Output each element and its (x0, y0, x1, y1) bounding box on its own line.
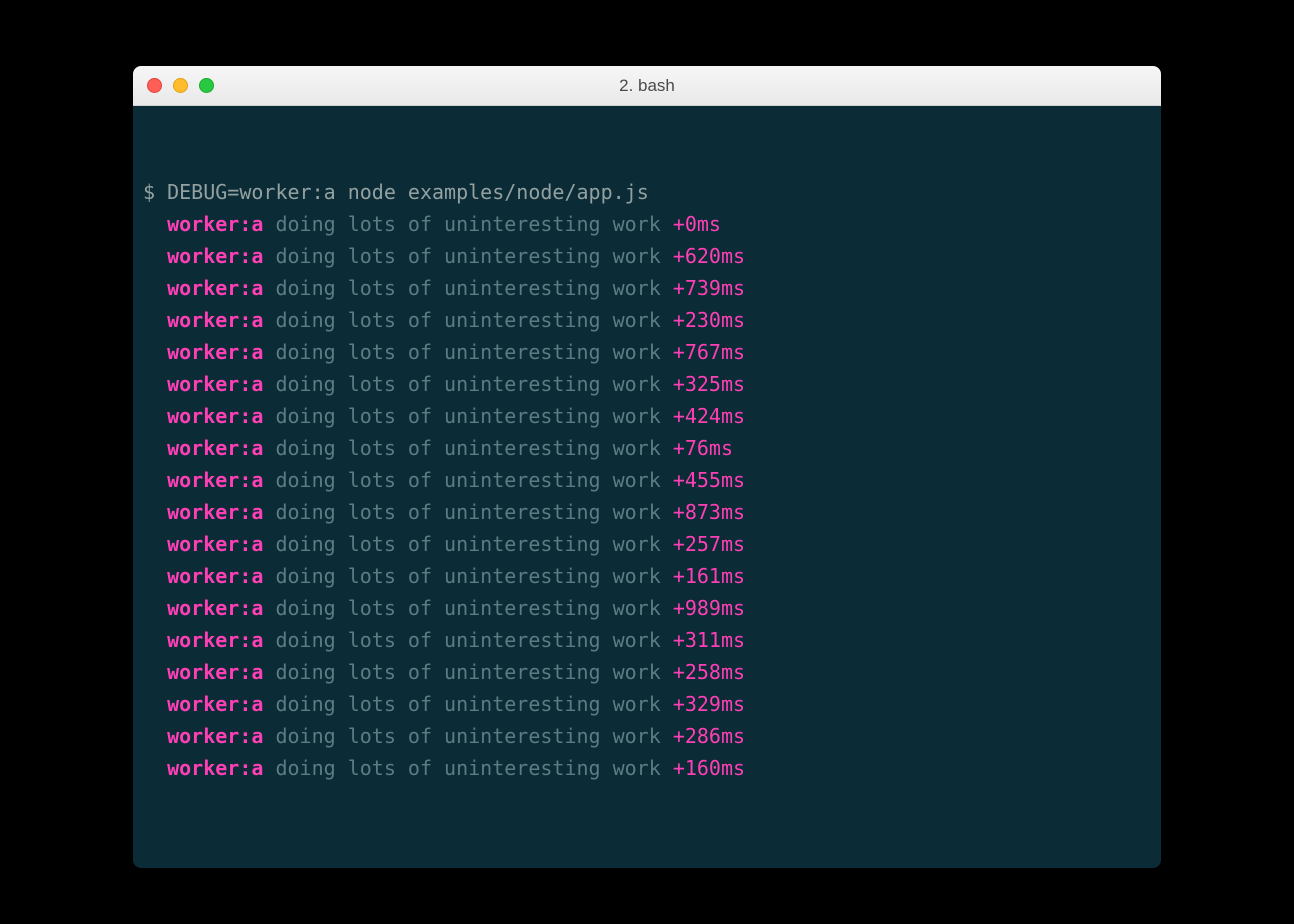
log-message: doing lots of uninteresting work (275, 468, 660, 492)
log-message: doing lots of uninteresting work (275, 372, 660, 396)
log-tag: worker:a (167, 308, 263, 332)
log-message: doing lots of uninteresting work (275, 212, 660, 236)
log-message: doing lots of uninteresting work (275, 340, 660, 364)
log-tag: worker:a (167, 660, 263, 684)
log-message: doing lots of uninteresting work (275, 756, 660, 780)
log-message: doing lots of uninteresting work (275, 564, 660, 588)
log-tag: worker:a (167, 404, 263, 428)
log-message: doing lots of uninteresting work (275, 308, 660, 332)
log-tag: worker:a (167, 276, 263, 300)
log-time: +739ms (673, 276, 745, 300)
log-message: doing lots of uninteresting work (275, 244, 660, 268)
log-message: doing lots of uninteresting work (275, 692, 660, 716)
log-tag: worker:a (167, 468, 263, 492)
window-title: 2. bash (133, 76, 1161, 96)
log-time: +0ms (673, 212, 721, 236)
log-time: +325ms (673, 372, 745, 396)
log-line: worker:a doing lots of uninteresting wor… (143, 240, 1151, 272)
log-tag: worker:a (167, 564, 263, 588)
log-time: +311ms (673, 628, 745, 652)
log-time: +989ms (673, 596, 745, 620)
minimize-icon[interactable] (173, 78, 188, 93)
log-time: +258ms (673, 660, 745, 684)
log-tag: worker:a (167, 756, 263, 780)
log-message: doing lots of uninteresting work (275, 404, 660, 428)
log-time: +160ms (673, 756, 745, 780)
log-tag: worker:a (167, 692, 263, 716)
log-tag: worker:a (167, 500, 263, 524)
log-line: worker:a doing lots of uninteresting wor… (143, 208, 1151, 240)
log-line: worker:a doing lots of uninteresting wor… (143, 368, 1151, 400)
command-line: $ DEBUG=worker:a node examples/node/app.… (143, 176, 1151, 208)
log-time: +230ms (673, 308, 745, 332)
log-message: doing lots of uninteresting work (275, 500, 660, 524)
log-time: +257ms (673, 532, 745, 556)
log-line: worker:a doing lots of uninteresting wor… (143, 624, 1151, 656)
log-message: doing lots of uninteresting work (275, 596, 660, 620)
log-tag: worker:a (167, 436, 263, 460)
terminal-window: 2. bash $ DEBUG=worker:a node examples/n… (133, 66, 1161, 868)
log-time: +873ms (673, 500, 745, 524)
log-time: +620ms (673, 244, 745, 268)
log-line: worker:a doing lots of uninteresting wor… (143, 336, 1151, 368)
log-tag: worker:a (167, 532, 263, 556)
log-line: worker:a doing lots of uninteresting wor… (143, 656, 1151, 688)
log-time: +329ms (673, 692, 745, 716)
zoom-icon[interactable] (199, 78, 214, 93)
log-message: doing lots of uninteresting work (275, 276, 660, 300)
log-time: +455ms (673, 468, 745, 492)
log-line: worker:a doing lots of uninteresting wor… (143, 528, 1151, 560)
traffic-lights (133, 78, 214, 93)
log-line: worker:a doing lots of uninteresting wor… (143, 720, 1151, 752)
log-tag: worker:a (167, 340, 263, 364)
log-tag: worker:a (167, 596, 263, 620)
log-tag: worker:a (167, 212, 263, 236)
log-message: doing lots of uninteresting work (275, 628, 660, 652)
log-time: +161ms (673, 564, 745, 588)
terminal-body[interactable]: $ DEBUG=worker:a node examples/node/app.… (133, 106, 1161, 868)
log-line: worker:a doing lots of uninteresting wor… (143, 304, 1151, 336)
log-tag: worker:a (167, 372, 263, 396)
log-time: +424ms (673, 404, 745, 428)
log-time: +76ms (673, 436, 733, 460)
log-message: doing lots of uninteresting work (275, 660, 660, 684)
log-time: +767ms (673, 340, 745, 364)
log-line: worker:a doing lots of uninteresting wor… (143, 688, 1151, 720)
log-time: +286ms (673, 724, 745, 748)
log-message: doing lots of uninteresting work (275, 532, 660, 556)
log-tag: worker:a (167, 244, 263, 268)
log-tag: worker:a (167, 628, 263, 652)
shell-prompt: $ (143, 180, 155, 204)
log-line: worker:a doing lots of uninteresting wor… (143, 272, 1151, 304)
log-message: doing lots of uninteresting work (275, 436, 660, 460)
close-icon[interactable] (147, 78, 162, 93)
log-line: worker:a doing lots of uninteresting wor… (143, 432, 1151, 464)
window-titlebar[interactable]: 2. bash (133, 66, 1161, 106)
log-line: worker:a doing lots of uninteresting wor… (143, 400, 1151, 432)
log-message: doing lots of uninteresting work (275, 724, 660, 748)
log-tag: worker:a (167, 724, 263, 748)
log-line: worker:a doing lots of uninteresting wor… (143, 496, 1151, 528)
shell-command: DEBUG=worker:a node examples/node/app.js (167, 180, 649, 204)
log-line: worker:a doing lots of uninteresting wor… (143, 560, 1151, 592)
log-line: worker:a doing lots of uninteresting wor… (143, 752, 1151, 784)
log-line: worker:a doing lots of uninteresting wor… (143, 592, 1151, 624)
log-line: worker:a doing lots of uninteresting wor… (143, 464, 1151, 496)
